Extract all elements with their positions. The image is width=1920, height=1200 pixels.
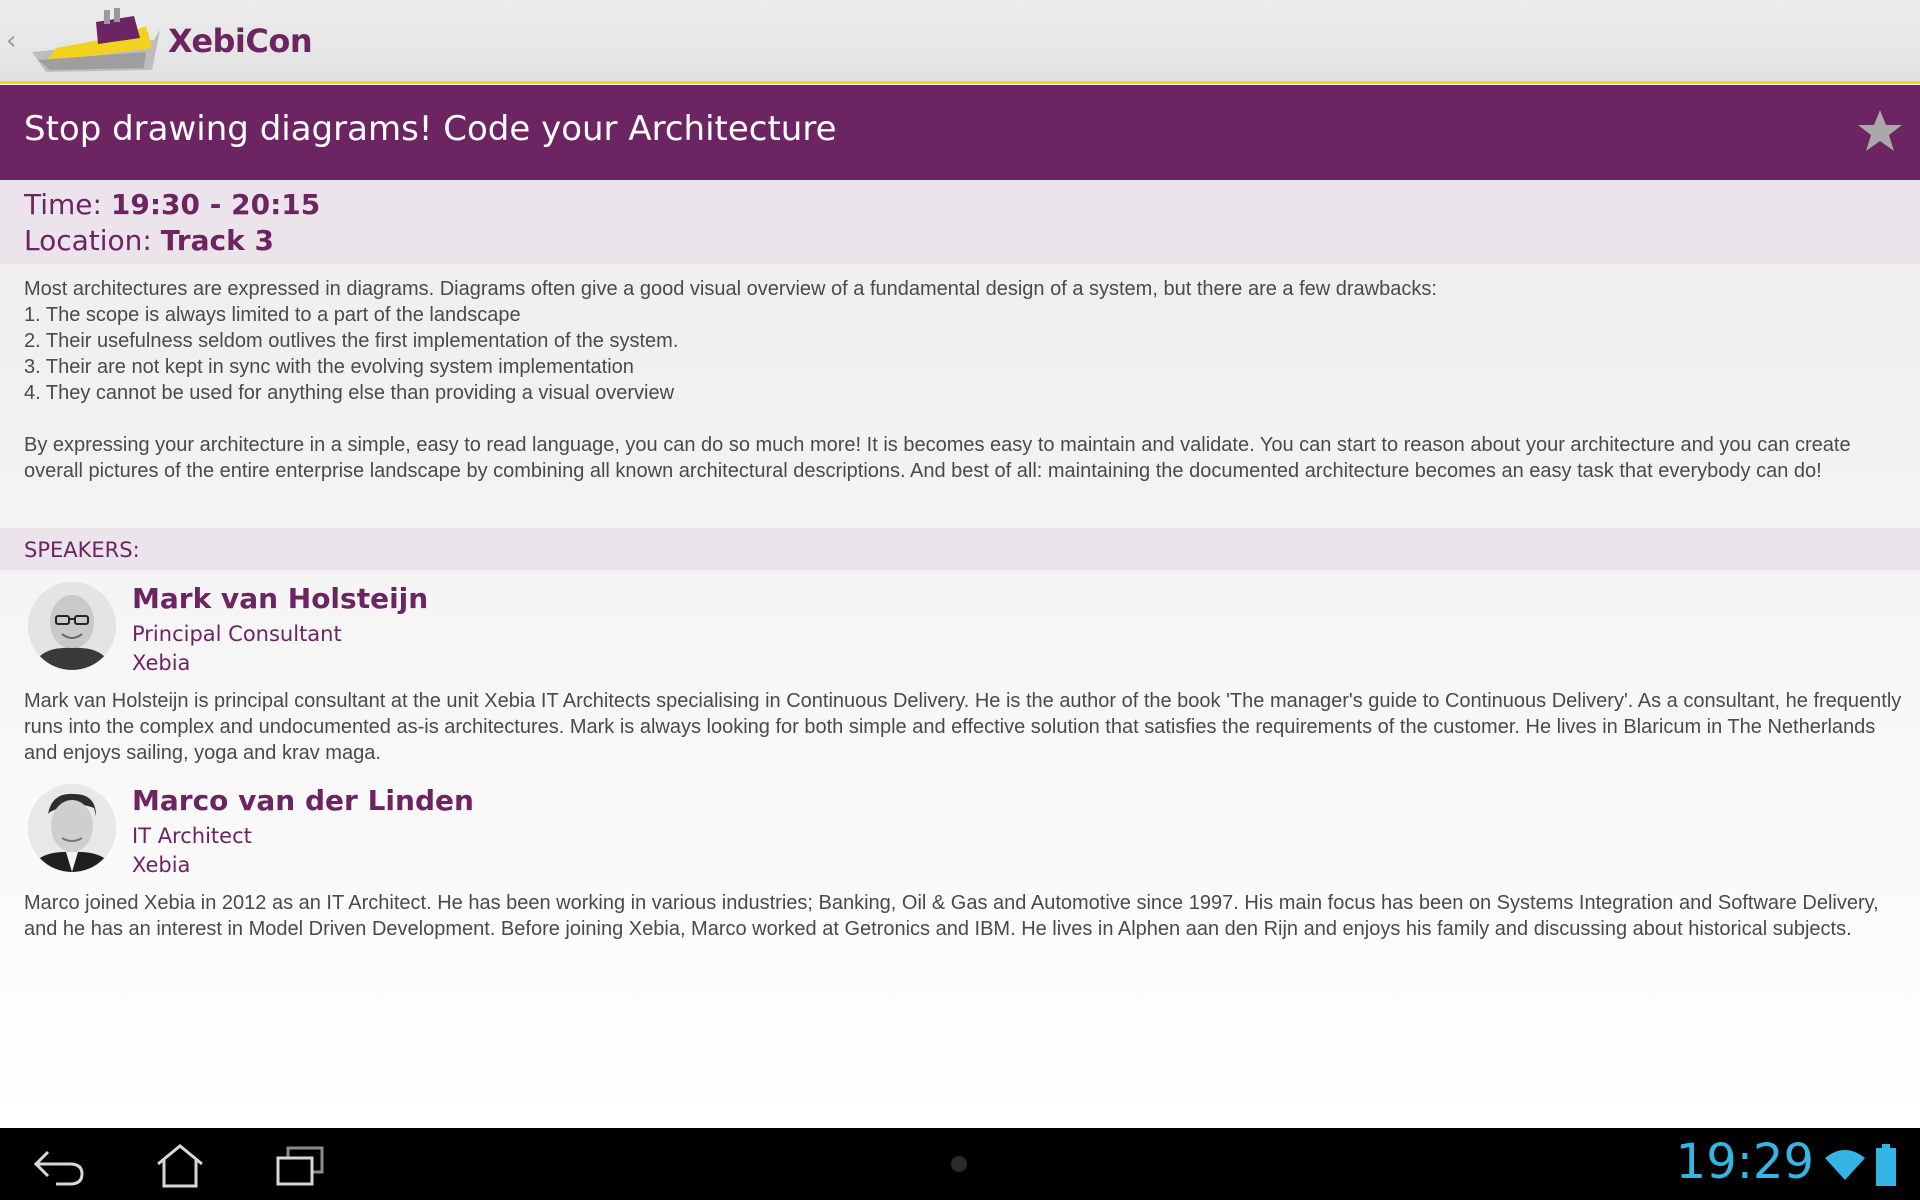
star-icon[interactable] [1856,107,1904,155]
abstract-paragraph: By expressing your architecture in a sim… [24,434,1851,482]
chevron-left-icon: ‹ [6,26,17,56]
speaker-bio: Marco joined Xebia in 2012 as an IT Arch… [24,892,1879,940]
home-icon[interactable] [150,1142,210,1188]
session-title: Stop drawing diagrams! Code your Archite… [24,109,837,149]
action-bar: ‹ XebiCon [0,0,1920,84]
recent-apps-icon[interactable] [270,1142,330,1188]
speaker-company: Xebia [132,651,191,675]
session-abstract: Most architectures are expressed in diag… [24,276,1904,484]
abstract-line: 2. Their usefulness seldom outlives the … [24,330,679,352]
ship-logo-icon [32,8,160,72]
menu-dot [951,1156,967,1172]
speaker-role: IT Architect [132,824,252,848]
speaker-company: Xebia [132,853,191,877]
speakers-header: SPEAKERS: [0,528,1920,570]
session-title-banner: Stop drawing diagrams! Code your Archite… [0,85,1920,180]
speakers-header-label: SPEAKERS: [24,538,140,562]
app-title: XebiCon [168,22,313,60]
session-time: Time: 19:30 - 20:15 [24,188,320,221]
location-value: Track 3 [160,224,274,257]
abstract-line: 3. Their are not kept in sync with the e… [24,356,634,378]
back-icon[interactable] [30,1142,90,1188]
avatar [28,784,116,872]
speaker-name: Marco van der Linden [132,784,474,817]
abstract-line: 1. The scope is always limited to a part… [24,304,521,326]
avatar [28,582,116,670]
speaker-bio: Mark van Holsteijn is principal consulta… [24,690,1902,764]
session-meta: Time: 19:30 - 20:15 Location: Track 3 [0,180,1920,264]
speaker-name: Mark van Holsteijn [132,582,429,615]
battery-icon [1876,1144,1896,1186]
system-navigation-bar: 19:29 [0,1128,1920,1200]
abstract-line: Most architectures are expressed in diag… [24,278,1437,300]
speaker-role: Principal Consultant [132,622,342,646]
status-clock: 19:29 [1675,1134,1814,1190]
location-label: Location: [24,224,161,257]
time-label: Time: [24,188,111,221]
session-location: Location: Track 3 [24,224,274,257]
abstract-line: 4. They cannot be used for anything else… [24,382,675,404]
time-value: 19:30 - 20:15 [110,188,321,221]
wifi-icon [1825,1150,1865,1180]
session-detail: Time: 19:30 - 20:15 Location: Track 3 Mo… [0,180,1920,1128]
